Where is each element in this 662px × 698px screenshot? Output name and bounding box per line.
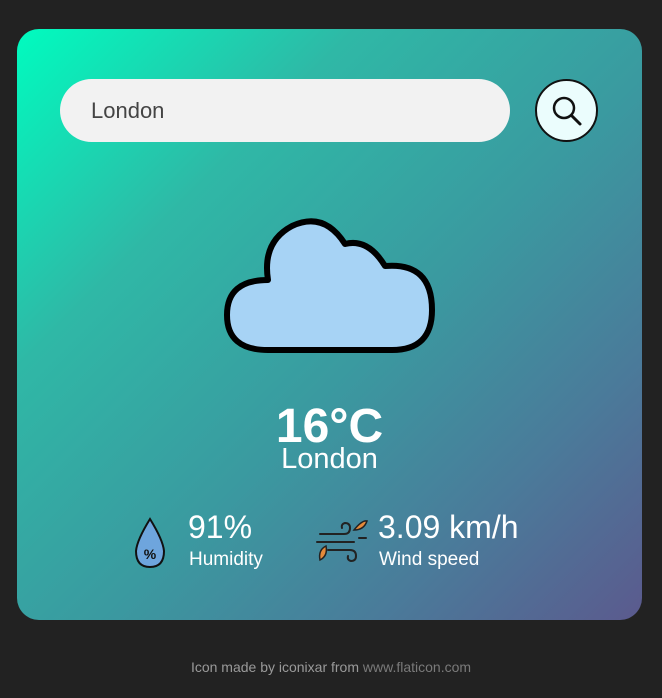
wind-icon <box>316 520 368 563</box>
svg-text:%: % <box>144 546 157 562</box>
weather-card: 16°C London % 91% Humidity 3.09 km/h Win… <box>17 29 642 620</box>
humidity-label: Humidity <box>189 549 263 570</box>
wind-speed-value: 3.09 km/h <box>378 509 519 545</box>
search-button[interactable] <box>535 79 598 142</box>
search-icon <box>552 96 581 125</box>
humidity-drop-icon: % <box>134 517 166 569</box>
attribution-footer: Icon made by iconixar from www.flaticon.… <box>0 659 662 675</box>
flaticon-link[interactable]: www.flaticon.com <box>363 659 471 675</box>
attribution-text: Icon made by iconixar from <box>190 659 363 675</box>
humidity-value: 91% <box>188 509 253 545</box>
cloud-icon <box>224 218 435 353</box>
wind-speed-label: Wind speed <box>379 549 480 570</box>
city-name: London <box>281 443 378 475</box>
search-input[interactable] <box>60 79 510 142</box>
